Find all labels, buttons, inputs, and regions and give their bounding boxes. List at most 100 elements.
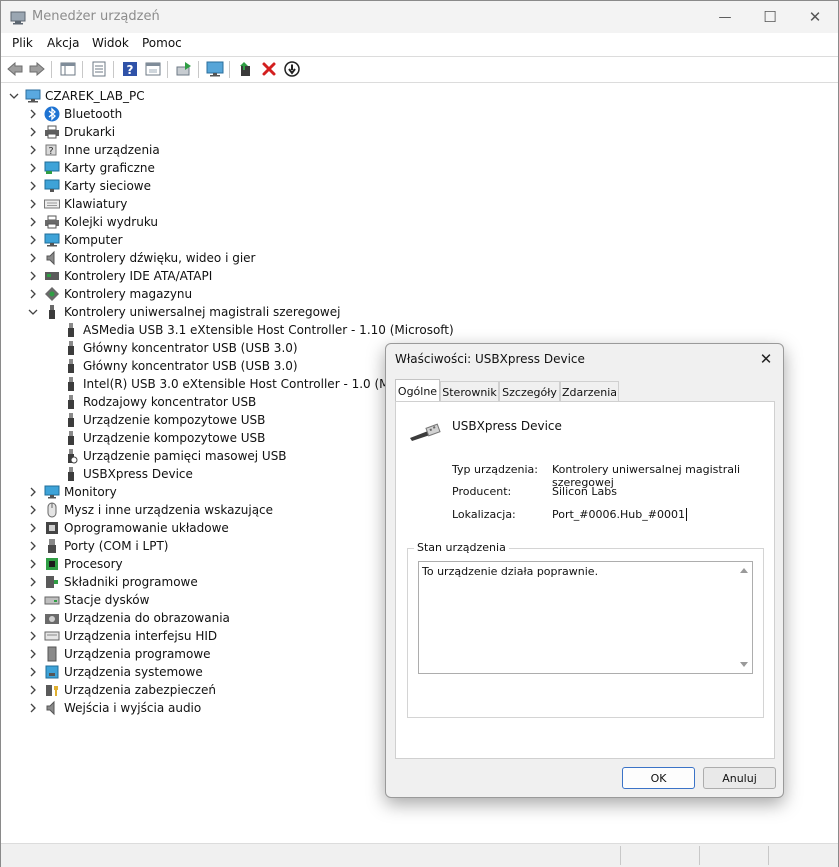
tree-category[interactable]: ? Inne urządzenia: [26, 141, 160, 159]
tree-category[interactable]: Urządzenia systemowe: [26, 663, 203, 681]
tree-device[interactable]: Rodzajowy koncentrator USB: [63, 393, 256, 411]
chevron-right-icon[interactable]: [26, 501, 40, 519]
tree-item-label: Składniki programowe: [64, 575, 198, 589]
tree-category[interactable]: Urządzenia programowe: [26, 645, 211, 663]
monitor-scan-icon[interactable]: [206, 60, 224, 78]
chevron-right-icon[interactable]: [26, 177, 40, 195]
disable-device-icon[interactable]: [283, 60, 301, 78]
tree-category[interactable]: Wejścia i wyjścia audio: [26, 699, 201, 717]
usb-device-icon: [63, 394, 79, 410]
tree-category[interactable]: Porty (COM i LPT): [26, 537, 168, 555]
tree-device[interactable]: USBXpress Device: [63, 465, 193, 483]
view-icon[interactable]: [59, 60, 77, 78]
chevron-right-icon[interactable]: [26, 123, 40, 141]
tree-device[interactable]: Urządzenie kompozytowe USB: [63, 429, 265, 447]
chevron-down-icon[interactable]: [7, 87, 21, 105]
back-icon[interactable]: [6, 60, 24, 78]
maximize-button[interactable]: ☐: [747, 1, 793, 33]
tree-category-expanded[interactable]: Kontrolery uniwersalnej magistrali szere…: [26, 303, 340, 321]
tree-category[interactable]: Kontrolery IDE ATA/ATAPI: [26, 267, 212, 285]
minimize-button[interactable]: —: [702, 1, 748, 33]
forward-icon[interactable]: [28, 60, 46, 78]
tree-category[interactable]: Komputer: [26, 231, 123, 249]
tree-device[interactable]: Główny koncentrator USB (USB 3.0): [63, 339, 298, 357]
tree-category[interactable]: Klawiatury: [26, 195, 127, 213]
chevron-right-icon[interactable]: [26, 105, 40, 123]
tree-category[interactable]: Kolejki wydruku: [26, 213, 158, 231]
tree-category[interactable]: Karty graficzne: [26, 159, 155, 177]
hid-icon: [44, 628, 60, 644]
update-driver-icon[interactable]: [237, 60, 255, 78]
chevron-right-icon[interactable]: [26, 267, 40, 285]
tab-general[interactable]: Ogólne: [395, 379, 440, 403]
scan-hardware-icon[interactable]: [175, 60, 193, 78]
tree-category[interactable]: Oprogramowanie układowe: [26, 519, 229, 537]
menu-help[interactable]: Pomoc: [142, 36, 182, 50]
status-bar-separator: [620, 846, 621, 865]
chevron-right-icon[interactable]: [26, 519, 40, 537]
tree-item-label: Mysz i inne urządzenia wskazujące: [64, 503, 274, 517]
mass-storage-icon: [63, 448, 79, 464]
tree-device[interactable]: Intel(R) USB 3.0 eXtensible Host Control…: [63, 375, 429, 393]
cancel-button[interactable]: Anuluj: [703, 767, 776, 789]
tree-root[interactable]: CZAREK_LAB_PC: [7, 87, 145, 105]
chevron-right-icon[interactable]: [26, 249, 40, 267]
menu-file[interactable]: Plik: [12, 36, 33, 50]
tree-category[interactable]: Karty sieciowe: [26, 177, 151, 195]
tree-category[interactable]: Drukarki: [26, 123, 115, 141]
chevron-right-icon[interactable]: [26, 591, 40, 609]
close-button[interactable]: ✕: [792, 1, 838, 33]
chevron-right-icon[interactable]: [26, 231, 40, 249]
chevron-right-icon[interactable]: [26, 681, 40, 699]
tree-category[interactable]: Monitory: [26, 483, 117, 501]
chevron-right-icon[interactable]: [26, 699, 40, 717]
tree-device[interactable]: Urządzenie kompozytowe USB: [63, 411, 265, 429]
tree-category[interactable]: Procesory: [26, 555, 123, 573]
view-resources-icon[interactable]: [144, 60, 162, 78]
tree-category[interactable]: Stacje dysków: [26, 591, 149, 609]
tab-details[interactable]: Szczegóły: [499, 381, 560, 402]
tree-category[interactable]: Urządzenia zabezpieczeń: [26, 681, 216, 699]
tree-category[interactable]: Mysz i inne urządzenia wskazujące: [26, 501, 273, 519]
tab-driver[interactable]: Sterownik: [440, 381, 499, 402]
tree-category[interactable]: Składniki programowe: [26, 573, 198, 591]
toolbar-separator: [51, 61, 52, 78]
chevron-right-icon[interactable]: [26, 537, 40, 555]
tree-item-label: Inne urządzenia: [64, 143, 160, 157]
chevron-right-icon[interactable]: [26, 213, 40, 231]
chevron-right-icon[interactable]: [26, 141, 40, 159]
tree-category[interactable]: Urządzenia interfejsu HID: [26, 627, 217, 645]
status-scrollbar[interactable]: [736, 562, 752, 673]
device-status-textbox[interactable]: To urządzenie działa poprawnie.: [418, 561, 753, 674]
chevron-right-icon[interactable]: [26, 555, 40, 573]
tree-category[interactable]: Bluetooth: [26, 105, 122, 123]
chevron-right-icon[interactable]: [26, 645, 40, 663]
dialog-close-button[interactable]: ✕: [755, 348, 777, 370]
menu-view[interactable]: Widok: [92, 36, 129, 50]
help-icon[interactable]: ?: [121, 60, 139, 78]
chevron-right-icon[interactable]: [26, 573, 40, 591]
chevron-right-icon[interactable]: [26, 285, 40, 303]
tree-category[interactable]: Kontrolery dźwięku, wideo i gier: [26, 249, 255, 267]
chevron-right-icon[interactable]: [26, 159, 40, 177]
bluetooth-icon: [44, 106, 60, 122]
properties-icon[interactable]: [90, 60, 108, 78]
chevron-right-icon[interactable]: [26, 483, 40, 501]
usb-device-icon: [63, 412, 79, 428]
chevron-right-icon[interactable]: [26, 627, 40, 645]
tree-device[interactable]: Główny koncentrator USB (USB 3.0): [63, 357, 298, 375]
tree-category[interactable]: Kontrolery magazynu: [26, 285, 192, 303]
ok-button[interactable]: OK: [622, 767, 695, 789]
monitor-icon: [44, 484, 60, 500]
chevron-right-icon[interactable]: [26, 663, 40, 681]
chevron-right-icon[interactable]: [26, 609, 40, 627]
tree-category[interactable]: Urządzenia do obrazowania: [26, 609, 230, 627]
tree-device[interactable]: Urządzenie pamięci masowej USB: [63, 447, 287, 465]
tab-events[interactable]: Zdarzenia: [560, 381, 619, 402]
menu-action[interactable]: Akcja: [47, 36, 79, 50]
chevron-right-icon[interactable]: [26, 195, 40, 213]
uninstall-icon[interactable]: [260, 60, 278, 78]
chevron-down-icon[interactable]: [26, 303, 40, 321]
location-value[interactable]: Port_#0006.Hub_#0001: [552, 508, 687, 521]
tree-device[interactable]: ASMedia USB 3.1 eXtensible Host Controll…: [63, 321, 454, 339]
